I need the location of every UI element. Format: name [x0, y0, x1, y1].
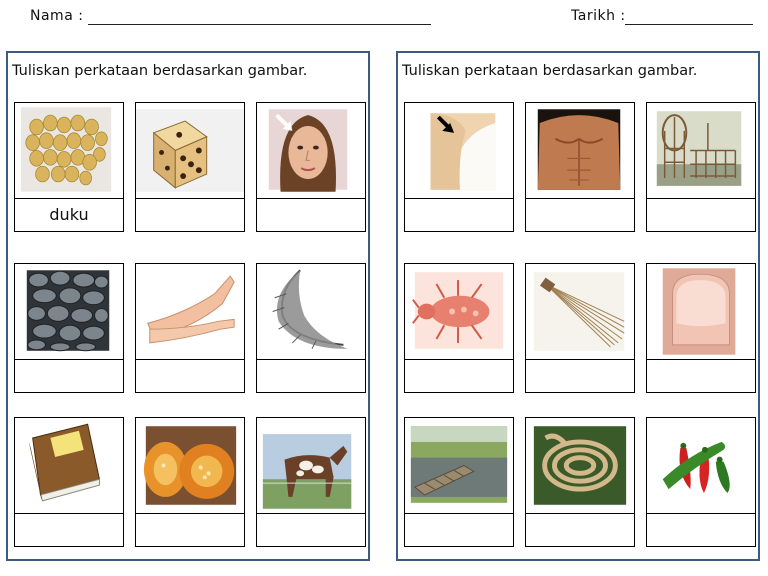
picture-card	[256, 263, 366, 393]
shoulder-icon	[405, 103, 513, 199]
name-label: Nama :	[30, 8, 84, 24]
answer-box[interactable]: duku	[15, 199, 123, 230]
picture-card	[404, 102, 514, 232]
picture-card	[525, 102, 635, 232]
fish-trap-icon	[647, 103, 755, 199]
picture-card: duku	[14, 102, 124, 232]
date-label: Tarikh :	[571, 8, 626, 24]
horse-icon	[257, 418, 365, 514]
answer-box[interactable]	[647, 199, 755, 230]
picture-card	[404, 417, 514, 547]
answer-box[interactable]	[405, 360, 513, 391]
duku-fruit-icon	[15, 103, 123, 199]
instruction-text: Tuliskan perkataan berdasarkan gambar.	[12, 63, 308, 79]
answer-box[interactable]	[15, 360, 123, 391]
picture-card	[646, 417, 756, 547]
rope-icon	[526, 418, 634, 514]
picture-card	[256, 102, 366, 232]
picture-card	[525, 263, 635, 393]
worksheet-panel-right: Tuliskan perkataan berdasarkan gambar.	[396, 51, 760, 561]
louse-icon	[405, 264, 513, 360]
pumpkin-icon	[136, 418, 244, 514]
picture-card	[135, 417, 245, 547]
answer-box[interactable]	[136, 514, 244, 545]
chest-icon	[526, 103, 634, 199]
picture-card	[14, 263, 124, 393]
face-icon	[257, 103, 365, 199]
picture-card	[525, 417, 635, 547]
name-field-line[interactable]	[88, 24, 431, 25]
bridge-icon	[405, 418, 513, 514]
picture-card	[256, 417, 366, 547]
legs-icon	[136, 264, 244, 360]
fingernail-icon	[647, 264, 755, 360]
picture-card	[404, 263, 514, 393]
answer-box[interactable]	[15, 514, 123, 545]
broom-straw-icon	[526, 264, 634, 360]
answer-box[interactable]	[136, 199, 244, 230]
book-icon	[15, 418, 123, 514]
answer-box[interactable]	[257, 360, 365, 391]
dice-icon	[136, 103, 244, 199]
answer-box[interactable]	[526, 199, 634, 230]
answer-box[interactable]	[136, 360, 244, 391]
date-field-line[interactable]	[625, 24, 753, 25]
answer-box[interactable]	[257, 514, 365, 545]
answer-box[interactable]	[647, 360, 755, 391]
answer-box[interactable]	[257, 199, 365, 230]
worksheet-panel-left: Tuliskan perkataan berdasarkan gambar. d…	[6, 51, 370, 561]
answer-box[interactable]	[405, 514, 513, 545]
answer-box[interactable]	[405, 199, 513, 230]
picture-card	[14, 417, 124, 547]
answer-box[interactable]	[526, 360, 634, 391]
stones-icon	[15, 264, 123, 360]
picture-card	[646, 102, 756, 232]
picture-card	[135, 102, 245, 232]
chili-icon	[647, 418, 755, 514]
picture-card	[646, 263, 756, 393]
feather-icon	[257, 264, 365, 360]
instruction-text: Tuliskan perkataan berdasarkan gambar.	[402, 63, 698, 79]
answer-box[interactable]	[526, 514, 634, 545]
picture-card	[135, 263, 245, 393]
answer-box[interactable]	[647, 514, 755, 545]
